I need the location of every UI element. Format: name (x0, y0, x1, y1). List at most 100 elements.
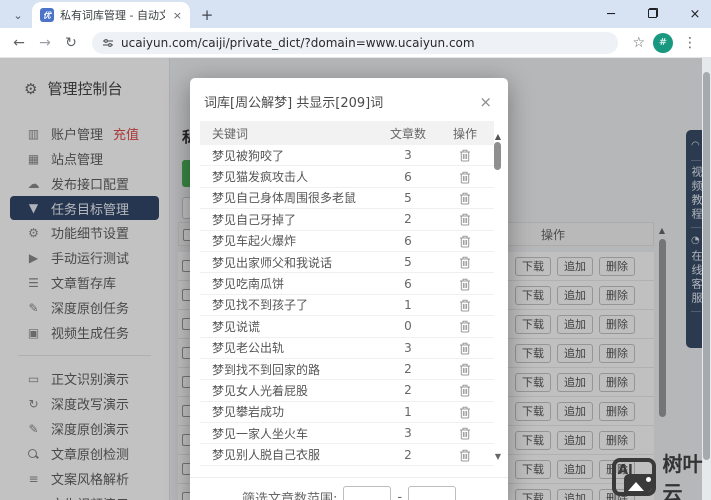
browser-toolbar: ← → ↻ ucaiyun.com/caiji/private_dict/?do… (0, 28, 711, 58)
trash-icon[interactable] (459, 342, 471, 355)
word-row: 梦见攀岩成功 1 (200, 402, 494, 424)
word-row: 梦见被狗咬了 3 (200, 145, 494, 167)
trash-icon[interactable] (459, 213, 471, 226)
back-button[interactable]: ← (8, 35, 30, 51)
article-count-cell: 3 (404, 426, 412, 441)
ops-cell (436, 148, 494, 162)
close-window-button[interactable]: × (687, 7, 703, 22)
browser-menu-icon[interactable]: ⋮ (677, 35, 703, 51)
ops-cell (436, 426, 494, 440)
watermark: AI 树叶云 (612, 448, 711, 500)
filter-min-input[interactable] (343, 486, 392, 500)
tab-strip: ⌄ 优 私有词库管理 - 自动文章采集 × + ─ × (0, 0, 711, 28)
ops-cell (436, 341, 494, 355)
article-count-cell: 5 (404, 255, 412, 270)
word-row: 梦见说谎 0 (200, 316, 494, 338)
tab-close-icon[interactable]: × (171, 9, 184, 22)
article-count-cell: 0 (404, 319, 412, 334)
trash-icon[interactable] (459, 449, 471, 462)
new-tab-button[interactable]: + (196, 4, 218, 26)
modal-title: 词库[周公解梦] 共显示[209]词 (204, 96, 384, 111)
keyword-cell: 梦见别人脱自己衣服 (212, 448, 321, 463)
tab-title: 私有词库管理 - 自动文章采集 (60, 9, 165, 22)
article-count-cell: 3 (404, 148, 412, 163)
bookmark-star-icon[interactable]: ☆ (628, 35, 649, 51)
modal-scroll-down-icon[interactable]: ▼ (495, 452, 501, 461)
ops-cell (436, 448, 494, 462)
ops-cell (436, 405, 494, 419)
keyword-cell: 梦见说谎 (212, 319, 261, 334)
address-bar[interactable]: ucaiyun.com/caiji/private_dict/?domain=w… (92, 31, 619, 54)
trash-icon[interactable] (459, 171, 471, 184)
trash-icon[interactable] (459, 384, 471, 397)
trash-icon[interactable] (459, 427, 471, 440)
page-scrollbar-thumb[interactable] (703, 72, 710, 460)
watermark-label: 树叶云 (662, 452, 703, 500)
modal-close-icon[interactable]: × (477, 93, 494, 111)
word-row: 梦见老公出轨 3 (200, 338, 494, 359)
window-controls: ─ × (603, 0, 703, 28)
forward-button[interactable]: → (34, 35, 56, 51)
article-count-cell: 2 (404, 447, 412, 462)
ops-cell (436, 212, 494, 226)
trash-icon[interactable] (459, 363, 471, 376)
browser-tab[interactable]: 优 私有词库管理 - 自动文章采集 × (32, 2, 190, 28)
url-text[interactable]: ucaiyun.com/caiji/private_dict/?domain=w… (121, 36, 475, 50)
words-table-header: 关键词 文章数 操作 (200, 121, 494, 145)
keyword-cell: 梦见猫发疯攻击人 (212, 170, 309, 185)
modal-scrollbar-thumb[interactable] (494, 142, 501, 170)
trash-icon[interactable] (459, 406, 471, 419)
trash-icon[interactable] (459, 149, 471, 162)
ops-cell (436, 255, 494, 269)
word-row: 梦见猫发疯攻击人 6 (200, 166, 494, 188)
keyword-cell: 梦见出家师父和我说话 (212, 255, 333, 270)
keyword-cell: 梦见一家人坐火车 (212, 426, 309, 441)
words-table: 关键词 文章数 操作 梦见被狗咬了 3 梦见猫发疯攻击人 6 梦见自己身体周围很多老鼠 5… (200, 121, 494, 466)
article-count-cell: 5 (404, 190, 412, 205)
word-row: 梦见女人光着屁股 2 (200, 380, 494, 402)
ops-cell (436, 234, 494, 248)
filter-row: 筛选文章数范围: - (190, 477, 508, 500)
article-count-cell: 1 (404, 404, 412, 419)
ops-cell (436, 277, 494, 291)
keyword-cell: 梦见车起火爆炸 (212, 234, 297, 249)
word-row: 梦见别人脱自己衣服 2 (200, 444, 494, 466)
word-row: 梦见找不到孩子了 1 (200, 295, 494, 317)
keyword-cell: 梦见自己牙掉了 (212, 212, 297, 227)
article-count-cell: 6 (404, 233, 412, 248)
reload-button[interactable]: ↻ (60, 35, 82, 51)
restore-icon (648, 7, 658, 18)
article-count-cell: 1 (404, 297, 412, 312)
modal-scroll-up-icon[interactable]: ▲ (495, 132, 501, 141)
keyword-cell: 梦见自己身体周围很多老鼠 (212, 191, 357, 206)
profile-avatar[interactable]: # (653, 32, 673, 53)
word-row: 梦见出家师父和我说话 5 (200, 252, 494, 274)
page-scrollbar[interactable] (702, 58, 711, 500)
ops-cell (436, 362, 494, 376)
keyword-cell: 梦见女人光着屁股 (212, 383, 309, 398)
ops-column-header: 操作 (452, 126, 477, 141)
trash-icon[interactable] (459, 278, 471, 291)
site-settings-icon[interactable] (102, 37, 114, 49)
page-viewport: ⚙ 管理控制台 ▥ 账户管理 充值 ▦ 站点管理 ☁ 发布接口配置 ▼ 任务目标管理 ⚙ 功能细节设… (0, 58, 711, 500)
trash-icon[interactable] (459, 299, 471, 312)
trash-icon[interactable] (459, 256, 471, 269)
mountain-icon (623, 474, 652, 492)
trash-icon[interactable] (459, 320, 471, 333)
article-count-cell: 2 (404, 383, 412, 398)
word-row: 梦见一家人坐火车 3 (200, 423, 494, 445)
minimize-button[interactable]: ─ (603, 7, 619, 22)
ai-image-icon: AI (612, 458, 656, 496)
trash-icon[interactable] (459, 192, 471, 205)
count-column-header: 文章数 (389, 126, 426, 141)
keyword-cell: 梦见吃南瓜饼 (212, 277, 285, 292)
article-count-cell: 2 (404, 362, 412, 377)
ops-cell (436, 319, 494, 333)
article-count-cell: 2 (404, 212, 412, 227)
tab-search-chevron-icon[interactable]: ⌄ (6, 6, 30, 24)
word-row: 梦见吃南瓜饼 6 (200, 273, 494, 295)
filter-max-input[interactable] (408, 486, 457, 500)
filter-separator: - (397, 489, 403, 500)
trash-icon[interactable] (459, 235, 471, 248)
restore-button[interactable] (645, 7, 661, 22)
